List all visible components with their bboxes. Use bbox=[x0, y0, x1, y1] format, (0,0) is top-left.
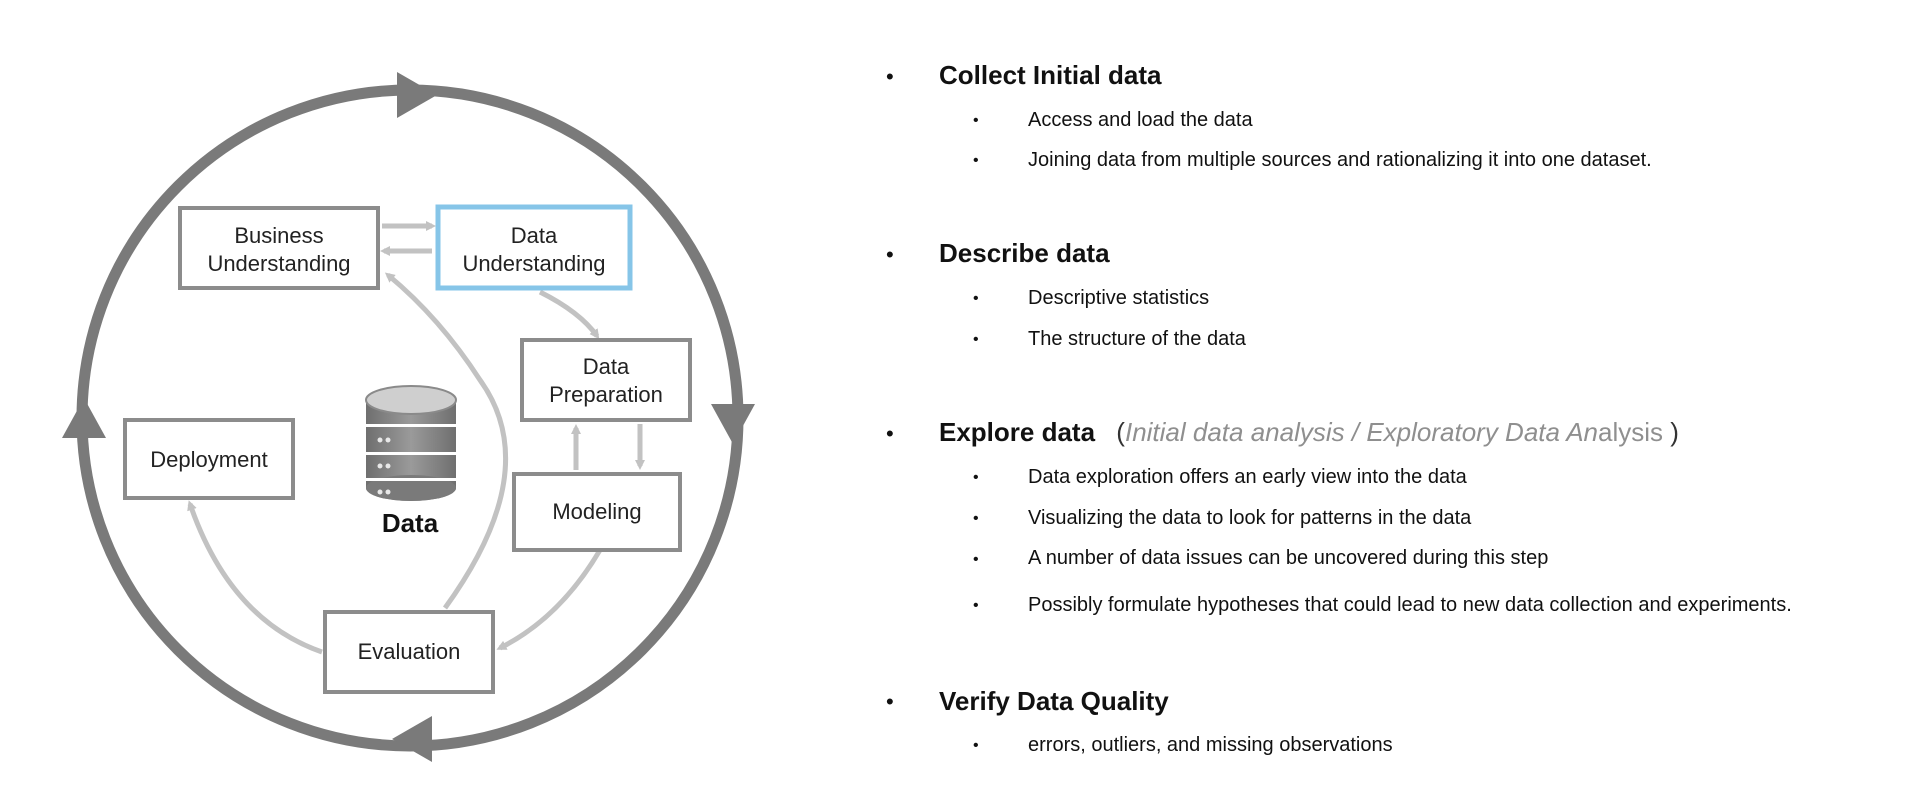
bullet-icon: • bbox=[886, 242, 894, 267]
bullet-icon: • bbox=[886, 689, 894, 714]
note-plain-text: alysis bbox=[1598, 417, 1664, 447]
list-item: Joining data from multiple sources and r… bbox=[1028, 149, 1652, 171]
note-open-paren: ( bbox=[1116, 417, 1125, 447]
sub-bullet-icon: • bbox=[973, 469, 979, 486]
sub-bullet-icon: • bbox=[973, 152, 979, 169]
section-title: Describe data bbox=[939, 238, 1110, 268]
section-title: Collect Initial data bbox=[939, 60, 1162, 90]
list-item: A number of data issues can be uncovered… bbox=[1028, 547, 1549, 569]
section-note: (Initial data analysis / Exploratory Dat… bbox=[1116, 417, 1679, 447]
list-item: Data exploration offers an early view in… bbox=[1028, 466, 1467, 488]
note-italic-text: Initial data analysis / Exploratory Data… bbox=[1124, 417, 1599, 447]
sub-bullet-icon: • bbox=[973, 290, 979, 307]
sub-bullet-icon: • bbox=[973, 551, 979, 568]
section-title-explore: Explore data (Initial data analysis / Ex… bbox=[939, 417, 1679, 447]
sub-bullet-icon: • bbox=[973, 510, 979, 527]
sub-bullet-icon: • bbox=[973, 331, 979, 348]
section-title: Verify Data Quality bbox=[939, 686, 1169, 716]
list-item: errors, outliers, and missing observatio… bbox=[1028, 734, 1393, 756]
sub-bullet-icon: • bbox=[973, 597, 979, 614]
note-close-paren: ) bbox=[1670, 417, 1679, 447]
sub-bullet-icon: • bbox=[973, 737, 979, 754]
bullet-icon: • bbox=[886, 64, 894, 89]
notes-panel: • Collect Initial data • Access and load… bbox=[0, 0, 1914, 810]
sub-bullet-icon: • bbox=[973, 112, 979, 129]
list-item: Descriptive statistics bbox=[1028, 287, 1210, 309]
list-item: Possibly formulate hypotheses that could… bbox=[1028, 594, 1792, 616]
list-item: The structure of the data bbox=[1028, 328, 1246, 350]
section-title-text: Explore data bbox=[939, 417, 1096, 447]
list-item: Access and load the data bbox=[1028, 109, 1253, 131]
bullet-icon: • bbox=[886, 421, 894, 446]
list-item: Visualizing the data to look for pattern… bbox=[1028, 507, 1472, 529]
